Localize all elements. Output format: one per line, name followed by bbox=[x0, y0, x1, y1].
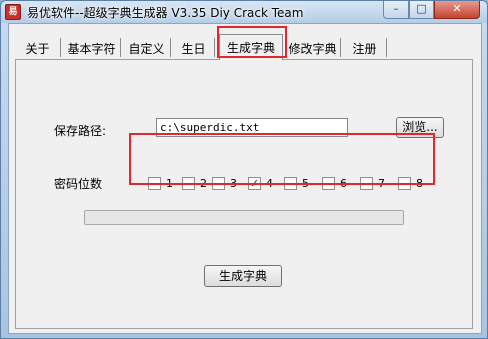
digit-1-label: 1 bbox=[166, 177, 173, 190]
app-icon: 易 bbox=[5, 4, 21, 20]
digit-2-checkbox[interactable] bbox=[182, 177, 195, 190]
tab-strip: 关于 基本字符 自定义 生日 生成字典 修改字典 注册 bbox=[9, 24, 481, 60]
tab-birthday[interactable]: 生日 bbox=[173, 38, 215, 57]
digit-7-checkbox[interactable] bbox=[360, 177, 373, 190]
save-path-label: 保存路径: bbox=[54, 124, 107, 138]
digit-6-label: 6 bbox=[340, 177, 347, 190]
generate-dict-panel: 保存路径: c:\superdic.txt 浏览... 密码位数 1 2 3 ✓… bbox=[15, 59, 473, 329]
digit-4-label: 4 bbox=[266, 177, 273, 190]
app-window: 易 易优软件--超级字典生成器 V3.35 Diy Crack Team – □… bbox=[0, 0, 488, 339]
title-bar[interactable]: 易 易优软件--超级字典生成器 V3.35 Diy Crack Team – □… bbox=[1, 1, 487, 23]
tab-register[interactable]: 注册 bbox=[343, 38, 387, 57]
digit-4-checkbox[interactable]: ✓ bbox=[248, 177, 261, 190]
close-button[interactable]: ✕ bbox=[434, 1, 480, 19]
client-area: 关于 基本字符 自定义 生日 生成字典 修改字典 注册 保存路径: c:\sup… bbox=[8, 23, 482, 334]
digit-5-checkbox[interactable] bbox=[284, 177, 297, 190]
tab-about[interactable]: 关于 bbox=[15, 38, 61, 57]
minimize-button[interactable]: – bbox=[383, 1, 409, 19]
digit-8-label: 8 bbox=[416, 177, 423, 190]
save-path-input[interactable]: c:\superdic.txt bbox=[156, 118, 348, 137]
digit-3-label: 3 bbox=[230, 177, 237, 190]
digit-5-label: 5 bbox=[302, 177, 309, 190]
digit-1-checkbox[interactable] bbox=[148, 177, 161, 190]
tab-generate-dict[interactable]: 生成字典 bbox=[219, 34, 283, 60]
tab-basic-chars[interactable]: 基本字符 bbox=[63, 38, 121, 57]
tab-modify-dict[interactable]: 修改字典 bbox=[285, 38, 341, 57]
generate-dict-button[interactable]: 生成字典 bbox=[204, 265, 282, 287]
maximize-button[interactable]: □ bbox=[409, 1, 434, 19]
generation-progress-bar bbox=[84, 210, 404, 225]
digit-7-label: 7 bbox=[378, 177, 385, 190]
digit-8-checkbox[interactable] bbox=[398, 177, 411, 190]
window-title: 易优软件--超级字典生成器 V3.35 Diy Crack Team bbox=[27, 6, 304, 20]
digit-6-checkbox[interactable] bbox=[322, 177, 335, 190]
password-length-label: 密码位数 bbox=[54, 177, 103, 191]
digit-2-label: 2 bbox=[200, 177, 207, 190]
digit-3-checkbox[interactable] bbox=[212, 177, 225, 190]
tab-custom[interactable]: 自定义 bbox=[123, 38, 171, 57]
browse-button[interactable]: 浏览... bbox=[396, 117, 444, 138]
